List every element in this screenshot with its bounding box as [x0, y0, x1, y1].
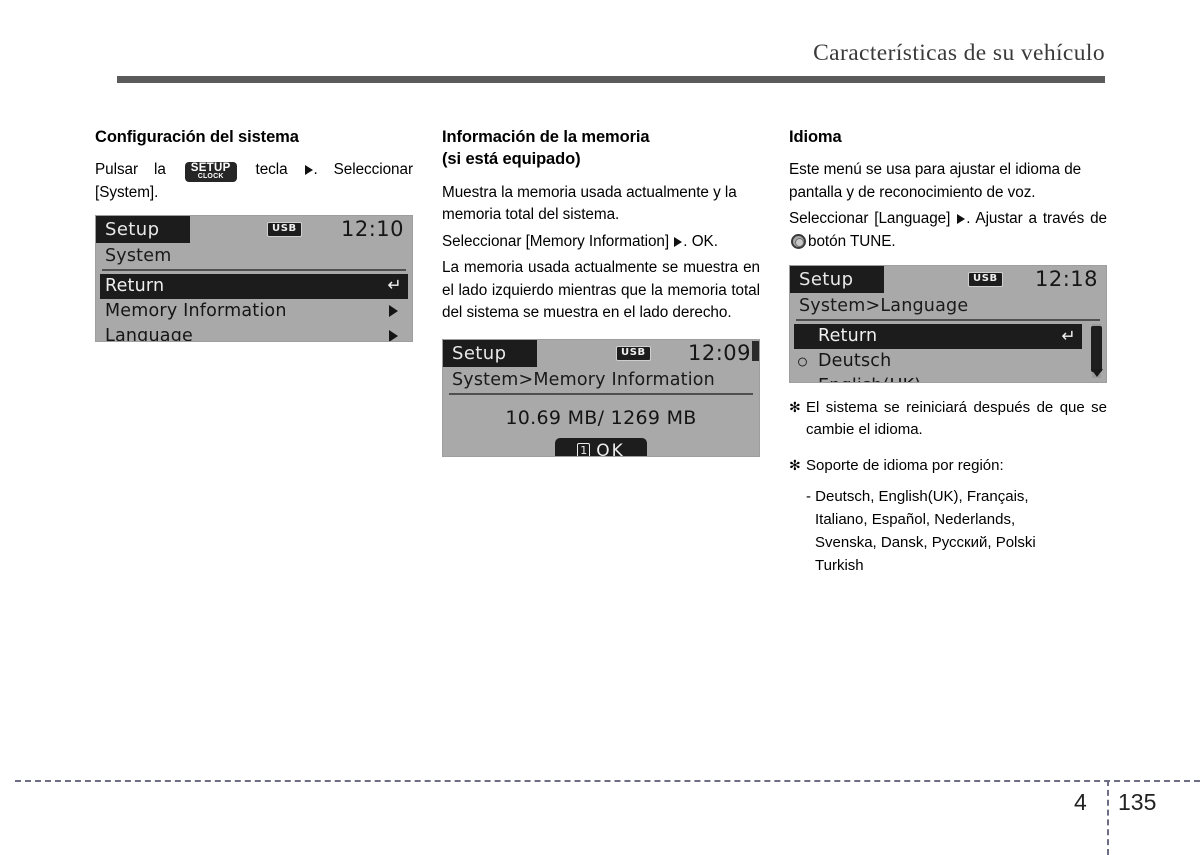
language-paragraph-2: Seleccionar [Language] . Ajustar a travé…	[789, 208, 1107, 253]
page-number: 135	[1118, 789, 1157, 815]
right-arrow-icon	[674, 236, 683, 247]
lcd-screen-system-menu: Setup USB 12:10 System Return ↵ Memory I…	[95, 214, 413, 342]
memory-paragraph-1: Muestra la memoria usada actualmente y l…	[442, 183, 737, 224]
lcd-tab-label: Setup	[790, 266, 884, 294]
lcd-tab-label: Setup	[96, 215, 190, 243]
radio-unselected-icon	[798, 357, 807, 367]
lcd-scroll-edge-mark	[752, 340, 759, 361]
language-adjust-text: . Ajustar a través de	[966, 210, 1107, 228]
lcd-row-label: Memory Information	[105, 300, 287, 321]
column-memory-information: Información de la memoria (si está equip…	[442, 126, 760, 578]
note-region-support: ✻ Soporte de idioma por región:	[789, 455, 1107, 477]
return-arrow-icon: ↵	[387, 275, 402, 296]
instruction-text-1: Pulsar la	[95, 161, 166, 179]
lcd-screen-language-menu: Setup USB 12:18 System>Language Return ↵…	[789, 265, 1107, 384]
radio-selected-icon	[798, 382, 807, 383]
note-text: Soporte de idioma por región:	[806, 457, 1004, 475]
language-tune-text: botón TUNE.	[808, 232, 896, 250]
lcd-titlebar: Setup USB 12:18	[790, 266, 1106, 294]
language-list-line: Svenska, Dansk, Русский, Polski	[815, 534, 1036, 552]
note-text: El sistema se reiniciará después de que …	[806, 399, 1107, 439]
ok-button-number-icon: 1	[577, 442, 591, 456]
page-header: Características de su vehículo	[0, 0, 1200, 92]
section-title-memory-information: Información de la memoria (si está equip…	[442, 126, 760, 171]
lcd-menu-list: Return ↵ Memory Information Language	[96, 271, 412, 342]
header-divider	[95, 76, 1105, 83]
memory-select-text: Seleccionar [Memory Information]	[442, 232, 670, 250]
scrollbar-down-arrow-icon[interactable]	[1090, 369, 1103, 378]
ok-button-label: OK	[596, 440, 625, 457]
lcd-row-return[interactable]: Return ↵	[794, 324, 1082, 350]
system-setup-instructions: Pulsar la SETUP CLOCK tecla . Selecciona…	[95, 159, 413, 204]
lcd-tab-label: Setup	[443, 339, 537, 367]
submenu-arrow-icon	[389, 305, 398, 318]
lcd-row-deutsch[interactable]: Deutsch	[790, 349, 1086, 374]
memory-usage-value: 10.69 MB/ 1269 MB	[505, 406, 697, 429]
chapter-number: 4	[1074, 789, 1087, 815]
lcd-screen-memory-information: Setup USB 12:09 System>Memory Informatio…	[442, 338, 760, 457]
lcd-scrollbar[interactable]	[1090, 324, 1103, 379]
usb-badge-icon: USB	[968, 272, 1003, 288]
memory-paragraph-3: La memoria usada actualmente se muestra …	[442, 259, 760, 322]
lcd-clock: 12:09	[687, 340, 751, 365]
setup-clock-key-icon: SETUP CLOCK	[184, 161, 237, 183]
lcd-titlebar: Setup USB 12:10	[96, 215, 412, 243]
lcd-memory-body: 10.69 MB/ 1269 MB 1 OK	[443, 395, 759, 457]
lcd-breadcrumb: System	[96, 243, 412, 271]
usb-badge-icon: USB	[616, 345, 651, 361]
section-title-system-setup: Configuración del sistema	[95, 128, 299, 146]
scrollbar-thumb[interactable]	[1091, 326, 1102, 373]
asterisk-icon: ✻	[789, 399, 801, 416]
lcd-row-language[interactable]: Language	[96, 324, 412, 342]
instruction-text-2: tecla	[255, 161, 288, 179]
lcd-row-return[interactable]: Return ↵	[100, 273, 408, 299]
column-language: Idioma Este menú se usa para ajustar el …	[789, 126, 1107, 578]
heading-line-2: (si está equipado)	[442, 150, 581, 169]
language-list-line: - Deutsch, English(UK), Français,	[806, 487, 1029, 505]
lcd-row-label: Return	[818, 326, 878, 347]
submenu-arrow-icon	[389, 330, 398, 341]
lcd-breadcrumb: System>Memory Information	[443, 367, 759, 395]
note-system-restart: ✻ El sistema se reiniciará después de qu…	[789, 397, 1107, 441]
language-list-line: Italiano, Español, Nederlands,	[815, 510, 1016, 528]
setup-key-line2: CLOCK	[197, 173, 224, 181]
page-title: Características de su vehículo	[813, 40, 1105, 66]
footer-horizontal-divider	[15, 780, 1200, 782]
return-arrow-icon: ↵	[1061, 326, 1076, 347]
section-title-language: Idioma	[789, 128, 842, 146]
language-select-text: Seleccionar [Language]	[789, 210, 951, 228]
lcd-clock: 12:18	[1034, 267, 1098, 292]
right-arrow-icon	[304, 165, 313, 176]
lcd-row-label: Deutsch	[818, 351, 892, 372]
lcd-row-label: Return	[105, 275, 165, 296]
content-columns: Configuración del sistema Pulsar la SETU…	[95, 126, 1107, 578]
language-paragraph-1: Este menú se usa para ajustar el idioma …	[789, 161, 1082, 201]
column-system-setup: Configuración del sistema Pulsar la SETU…	[95, 126, 413, 578]
usb-badge-icon: USB	[267, 221, 302, 237]
lcd-breadcrumb: System>Language	[790, 293, 1106, 322]
lcd-clock: 12:10	[340, 216, 404, 241]
lcd-ok-button[interactable]: 1 OK	[555, 437, 647, 457]
lcd-row-memory-information[interactable]: Memory Information	[96, 299, 412, 324]
asterisk-icon: ✻	[789, 457, 801, 474]
memory-paragraph-2: Seleccionar [Memory Information] . OK.	[442, 231, 760, 253]
right-arrow-icon	[957, 214, 966, 225]
lcd-row-label: Language	[105, 325, 193, 342]
heading-line-1: Información de la memoria	[442, 128, 650, 146]
lcd-titlebar: Setup USB 12:09	[443, 339, 759, 367]
language-list-line: Turkish	[815, 557, 864, 575]
lcd-row-english-uk[interactable]: English(UK)	[790, 374, 1086, 383]
tune-knob-icon	[791, 233, 806, 249]
lcd-row-label: English(UK)	[818, 376, 921, 382]
memory-ok-text: . OK.	[683, 232, 718, 250]
language-support-list: - Deutsch, English(UK), Français, Italia…	[789, 485, 1107, 578]
footer-vertical-divider	[1107, 780, 1109, 855]
lcd-menu-list: Return ↵ Deutsch English(UK)	[790, 321, 1106, 383]
